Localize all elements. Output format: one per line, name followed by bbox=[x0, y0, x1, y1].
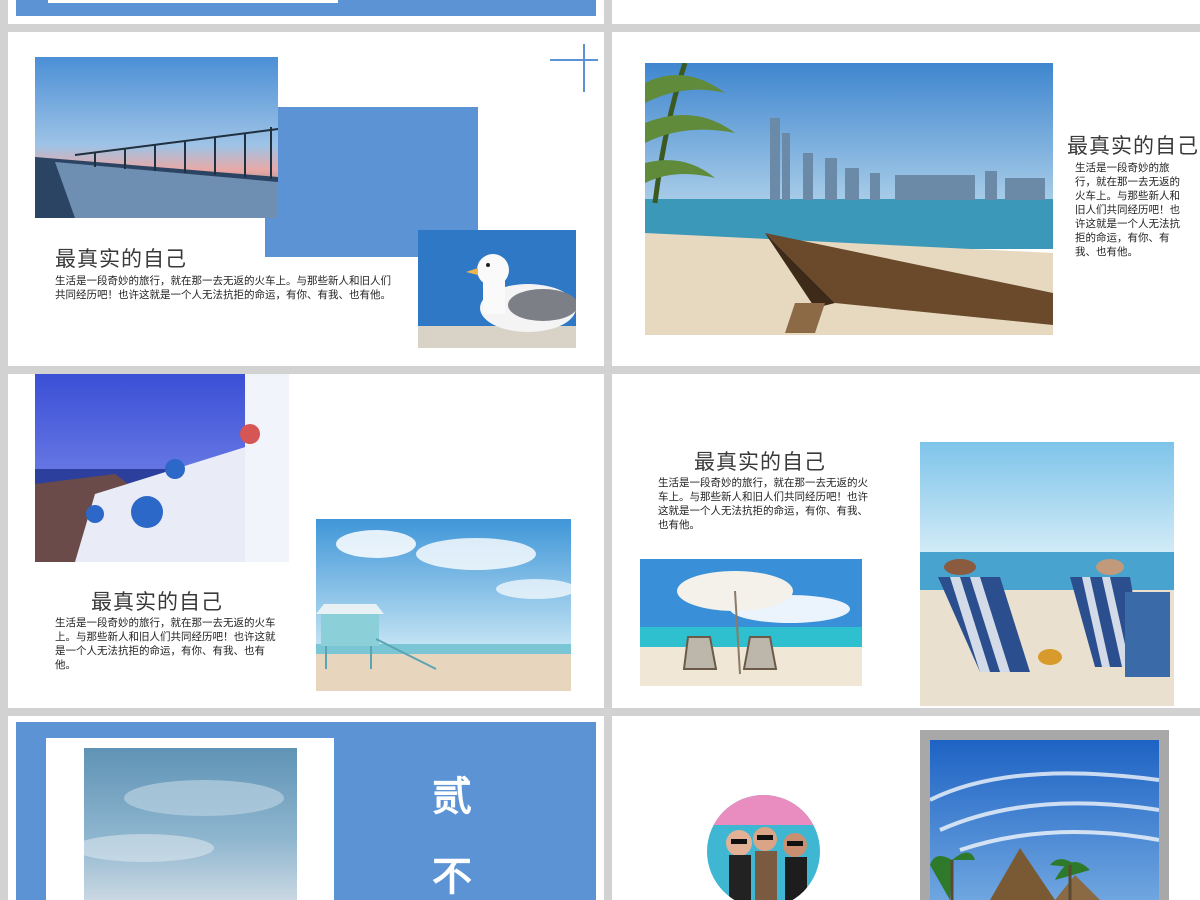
slide-body-text: 生活是一段奇妙的旅行，就在那一去无返的火车上。与那些新人和旧人们共同经历吧！也许… bbox=[1075, 162, 1180, 258]
slide-title: 最真实的自己 bbox=[694, 450, 826, 474]
slide-title: 最真实的自己 bbox=[55, 247, 187, 271]
slide-7[interactable] bbox=[612, 716, 1200, 900]
photo-tropical-huts bbox=[930, 740, 1159, 900]
slide-3[interactable]: 最真实的自己 生活是一段奇妙的旅行，就在那一去无返的火车上。与那些新人和旧人们共… bbox=[612, 32, 1200, 366]
slide-top-right-partial[interactable] bbox=[612, 0, 1200, 24]
slide-body-text: 生活是一段奇妙的旅行，就在那一去无返的火车上。与那些新人和旧人们共同经历吧！也许… bbox=[658, 477, 868, 531]
photo-seagull bbox=[418, 230, 576, 348]
photo-lifeguard-beach bbox=[316, 519, 571, 691]
slide-body-text: 生活是一段奇妙的旅行，就在那一去无返的火车上。与那些新人和旧人们共同经历吧！也许… bbox=[55, 275, 391, 301]
photo-beach-umbrella bbox=[640, 559, 862, 686]
white-frame bbox=[48, 0, 338, 3]
photo-beach-boat bbox=[645, 63, 1053, 335]
slide-title: 最真实的自己 bbox=[1067, 134, 1199, 158]
photo-sky-clouds bbox=[84, 748, 297, 900]
photo-santorini bbox=[35, 374, 289, 562]
chapter-char-2: 不 bbox=[432, 853, 472, 900]
photo-beach-chairs bbox=[920, 442, 1174, 706]
chapter-char-1: 贰 bbox=[432, 773, 472, 820]
slide-6[interactable]: 贰 不 bbox=[8, 716, 604, 900]
slide-title: 最真实的自己 bbox=[91, 590, 223, 614]
slide-4[interactable]: 最真实的自己 生活是一段奇妙的旅行，就在那一去无返的火车上。与那些新人和旧人们共… bbox=[8, 374, 604, 708]
slide-body-text: 生活是一段奇妙的旅行，就在那一去无返的火车上。与那些新人和旧人们共同经历吧！也许… bbox=[55, 617, 276, 671]
slide-5[interactable]: 最真实的自己 生活是一段奇妙的旅行，就在那一去无返的火车上。与那些新人和旧人们共… bbox=[612, 374, 1200, 708]
photo-friends-circle bbox=[707, 795, 820, 900]
slide-top-left-partial[interactable] bbox=[8, 0, 604, 24]
photo-pier-sunset bbox=[35, 57, 278, 218]
slide-2[interactable]: 最真实的自己 生活是一段奇妙的旅行，就在那一去无返的火车上。与那些新人和旧人们共… bbox=[8, 32, 604, 366]
cross-decoration bbox=[583, 44, 585, 92]
cross-decoration-horizontal bbox=[550, 59, 598, 61]
